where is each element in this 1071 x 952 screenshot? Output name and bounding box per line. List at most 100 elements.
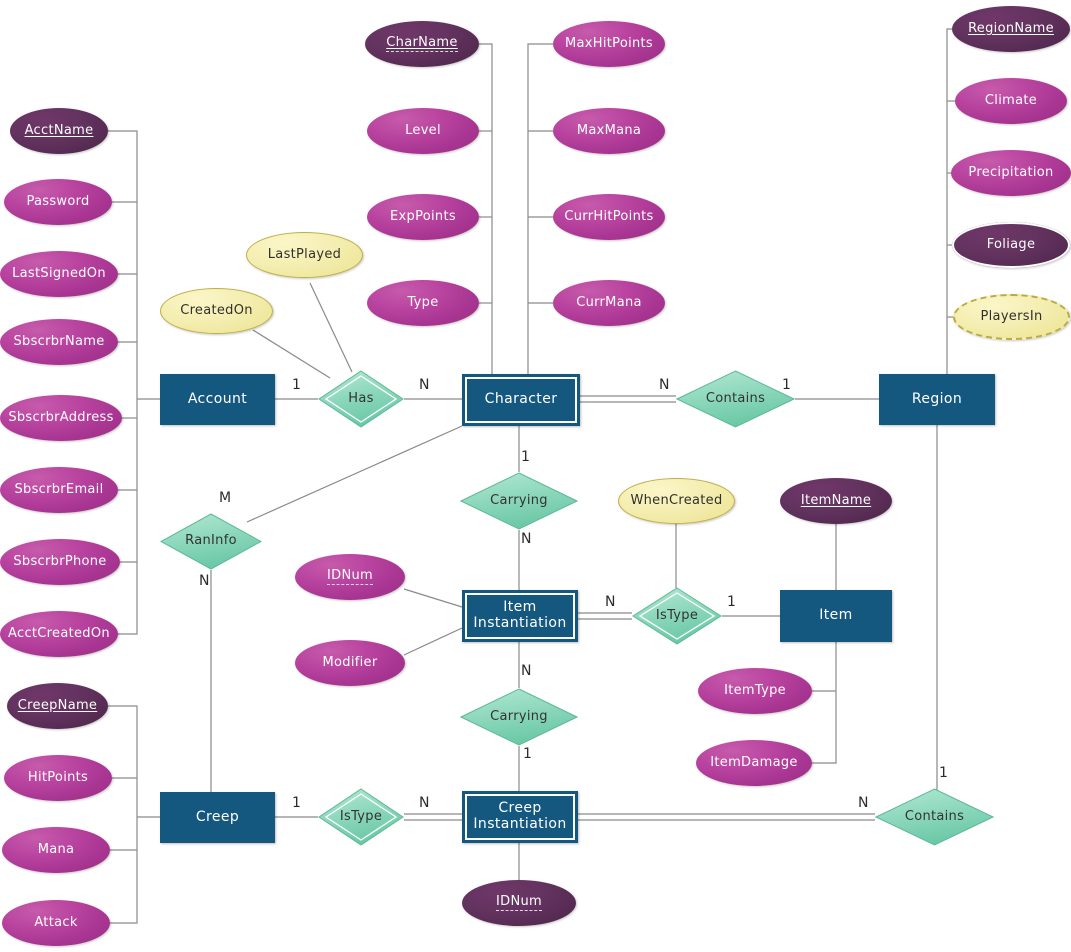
attribute-label: SbscrbrName bbox=[13, 333, 105, 349]
attribute-exppoints[interactable]: ExpPoints bbox=[367, 194, 479, 240]
attribute-lastsignedon[interactable]: LastSignedOn bbox=[0, 251, 118, 297]
attribute-sbscrbremail[interactable]: SbscrbrEmail bbox=[0, 467, 118, 513]
relationship-label: Carrying bbox=[490, 492, 548, 508]
attribute-modifier[interactable]: Modifier bbox=[295, 640, 405, 686]
attribute-creep-idnum[interactable]: IDNum bbox=[462, 880, 576, 926]
attribute-label: Climate bbox=[984, 92, 1038, 108]
attribute-sbscrbrname[interactable]: SbscrbrName bbox=[0, 319, 118, 365]
relationship-label: IsType bbox=[655, 607, 699, 623]
attribute-label: MaxMana bbox=[576, 122, 642, 138]
relationship-label: IsType bbox=[339, 808, 383, 824]
attribute-level[interactable]: Level bbox=[367, 108, 479, 154]
attribute-password[interactable]: Password bbox=[4, 179, 112, 225]
cardinality-raninfo-bottom: N bbox=[199, 573, 210, 589]
attribute-label: LastPlayed bbox=[267, 246, 342, 262]
attribute-itemname[interactable]: ItemName bbox=[780, 478, 892, 524]
attribute-precipitation[interactable]: Precipitation bbox=[951, 150, 1071, 196]
attribute-attack[interactable]: Attack bbox=[2, 900, 110, 946]
attribute-label: ItemType bbox=[724, 682, 786, 698]
relationship-label: Carrying bbox=[490, 708, 548, 724]
attribute-label: AcctCreatedOn bbox=[8, 625, 110, 641]
attribute-mana[interactable]: Mana bbox=[2, 827, 110, 873]
cardinality-has-left: 1 bbox=[292, 377, 301, 393]
entity-region[interactable]: Region bbox=[879, 374, 995, 425]
attribute-regionname[interactable]: RegionName bbox=[952, 6, 1070, 52]
entity-item[interactable]: Item bbox=[780, 590, 892, 642]
attribute-label: Mana bbox=[37, 841, 75, 857]
attribute-foliage[interactable]: Foliage bbox=[952, 222, 1070, 268]
attribute-label: Type bbox=[407, 294, 439, 310]
attribute-acctname[interactable]: AcctName bbox=[10, 108, 108, 154]
attribute-label: CurrMana bbox=[576, 294, 642, 310]
attribute-sbscrbraddress[interactable]: SbscrbrAddress bbox=[0, 395, 122, 441]
attribute-currmana[interactable]: CurrMana bbox=[553, 280, 665, 326]
entity-label-line2: Instantiation bbox=[473, 816, 567, 832]
relationship-raninfo[interactable]: RanInfo bbox=[160, 513, 262, 570]
entity-label: Item bbox=[819, 607, 853, 624]
relationship-istype-item[interactable]: IsType bbox=[632, 587, 722, 645]
attribute-climate[interactable]: Climate bbox=[955, 78, 1067, 124]
attribute-itemdamage[interactable]: ItemDamage bbox=[696, 740, 812, 786]
attribute-label: CreepName bbox=[17, 697, 98, 713]
attribute-label: Foliage bbox=[986, 236, 1036, 252]
relationship-contains-top[interactable]: Contains bbox=[676, 370, 795, 428]
attribute-createdon[interactable]: CreatedOn bbox=[160, 288, 273, 334]
cardinality-istype-creep-left: 1 bbox=[292, 795, 301, 811]
attribute-label: LastSignedOn bbox=[12, 265, 106, 281]
relationship-label: Contains bbox=[904, 808, 965, 824]
attribute-item-idnum[interactable]: IDNum bbox=[295, 554, 405, 600]
relationship-carrying-character[interactable]: Carrying bbox=[460, 472, 578, 530]
relationship-label: Contains bbox=[705, 390, 766, 406]
entity-creep[interactable]: Creep bbox=[160, 792, 275, 843]
attribute-lastplayed[interactable]: LastPlayed bbox=[246, 232, 363, 278]
attribute-label: Attack bbox=[34, 914, 78, 930]
attribute-label: SbscrbrEmail bbox=[14, 481, 104, 497]
attribute-type[interactable]: Type bbox=[367, 280, 479, 326]
entity-creep-instantiation[interactable]: Creep Instantiation bbox=[462, 791, 578, 843]
cardinality-contains-top-right: 1 bbox=[782, 377, 791, 393]
attribute-maxmana[interactable]: MaxMana bbox=[553, 108, 665, 154]
attribute-label: AcctName bbox=[24, 122, 94, 138]
attribute-currhitpoints[interactable]: CurrHitPoints bbox=[553, 194, 665, 240]
relationship-label: RanInfo bbox=[185, 533, 237, 549]
attribute-label: IDNum bbox=[496, 894, 542, 912]
cardinality-istype-item-right: 1 bbox=[727, 594, 736, 610]
attribute-maxhitpoints[interactable]: MaxHitPoints bbox=[553, 21, 665, 67]
cardinality-contains-bot-left: N bbox=[858, 795, 869, 811]
attribute-label: Password bbox=[26, 193, 90, 209]
entity-account[interactable]: Account bbox=[160, 374, 275, 425]
cardinality-contains-top-left: N bbox=[659, 377, 670, 393]
attribute-itemtype[interactable]: ItemType bbox=[698, 668, 812, 714]
attribute-label: ExpPoints bbox=[390, 208, 456, 224]
cardinality-carrying-creep-top: N bbox=[521, 663, 532, 679]
relationship-contains-bottom[interactable]: Contains bbox=[875, 788, 994, 846]
attribute-label: SbscrbrPhone bbox=[13, 553, 107, 569]
attribute-charname[interactable]: CharName bbox=[365, 21, 479, 67]
relationship-carrying-creep[interactable]: Carrying bbox=[460, 688, 578, 746]
attribute-whencreated[interactable]: WhenCreated bbox=[618, 478, 735, 524]
cardinality-raninfo-top: M bbox=[219, 490, 232, 506]
entity-label-line1: Creep bbox=[498, 800, 542, 817]
relationship-istype-creep[interactable]: IsType bbox=[318, 788, 404, 846]
attribute-label: SbscrbrAddress bbox=[8, 409, 114, 425]
attribute-label: CurrHitPoints bbox=[564, 208, 654, 224]
attribute-creepname[interactable]: CreepName bbox=[7, 683, 108, 729]
attribute-label: WhenCreated bbox=[630, 492, 723, 508]
attribute-acctcreatedon[interactable]: AcctCreatedOn bbox=[0, 611, 118, 657]
entity-label: Character bbox=[484, 391, 558, 408]
attribute-label: IDNum bbox=[327, 568, 373, 586]
relationship-has[interactable]: Has bbox=[318, 370, 404, 428]
attribute-sbscrbrphone[interactable]: SbscrbrPhone bbox=[0, 539, 120, 585]
attribute-label: HitPoints bbox=[27, 769, 89, 785]
attribute-hitpoints[interactable]: HitPoints bbox=[4, 755, 112, 801]
er-diagram-canvas: AcctName Password LastSignedOn SbscrbrNa… bbox=[0, 0, 1071, 952]
cardinality-contains-bot-top: 1 bbox=[939, 765, 948, 781]
cardinality-has-right: N bbox=[419, 377, 430, 393]
attribute-playersin[interactable]: PlayersIn bbox=[953, 294, 1070, 340]
cardinality-istype-item-left: N bbox=[605, 594, 616, 610]
entity-label: Region bbox=[911, 390, 963, 407]
cardinality-carrying-char-bottom: N bbox=[521, 531, 532, 547]
entity-character[interactable]: Character bbox=[462, 374, 580, 426]
entity-item-instantiation[interactable]: Item Instantiation bbox=[462, 590, 578, 642]
attribute-label: CreatedOn bbox=[180, 302, 253, 318]
